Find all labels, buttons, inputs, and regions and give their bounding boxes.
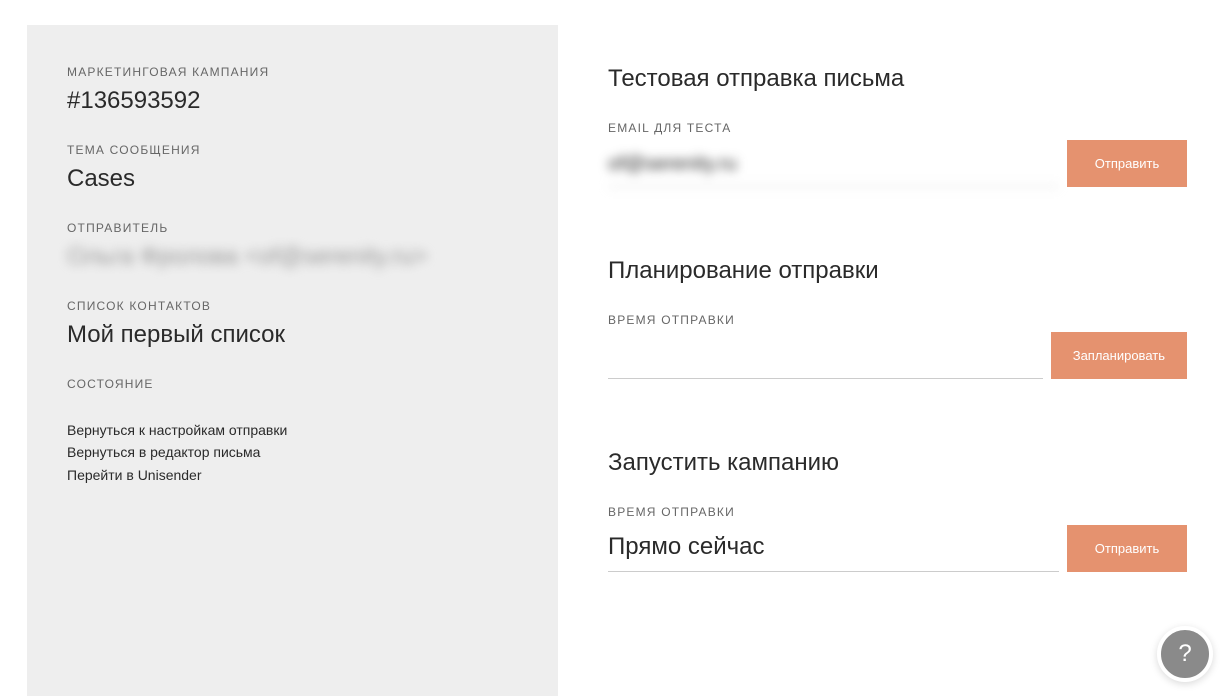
contact-list-value: Мой первый список xyxy=(67,321,518,349)
sender-label: ОТПРАВИТЕЛЬ xyxy=(67,221,518,235)
status-label: СОСТОЯНИЕ xyxy=(67,377,518,391)
link-back-editor[interactable]: Вернуться в редактор письма xyxy=(67,441,518,463)
contact-list-label: СПИСОК КОНТАКТОВ xyxy=(67,299,518,313)
subject-value: Cases xyxy=(67,165,518,193)
link-unisender[interactable]: Перейти в Unisender xyxy=(67,464,518,486)
schedule-time-input[interactable] xyxy=(608,335,1043,379)
nav-links: Вернуться к настройкам отправки Вернутьс… xyxy=(67,419,518,486)
link-back-settings[interactable]: Вернуться к настройкам отправки xyxy=(67,419,518,441)
campaign-sidebar: МАРКЕТИНГОВАЯ КАМПАНИЯ #136593592 ТЕМА С… xyxy=(27,25,558,696)
campaign-id-value: #136593592 xyxy=(67,87,518,115)
launch-send-button[interactable]: Отправить xyxy=(1067,525,1187,572)
launch-time-label: ВРЕМЯ ОТПРАВКИ xyxy=(608,505,1059,519)
campaign-id-label: МАРКЕТИНГОВАЯ КАМПАНИЯ xyxy=(67,65,518,79)
test-email-label: EMAIL ДЛЯ ТЕСТА xyxy=(608,121,1059,135)
schedule-title: Планирование отправки xyxy=(608,257,1187,285)
schedule-time-label: ВРЕМЯ ОТПРАВКИ xyxy=(608,313,1043,327)
subject-label: ТЕМА СООБЩЕНИЯ xyxy=(67,143,518,157)
test-email-input[interactable] xyxy=(608,143,1059,187)
test-send-button[interactable]: Отправить xyxy=(1067,140,1187,187)
launch-title: Запустить кампанию xyxy=(608,449,1187,477)
schedule-button[interactable]: Запланировать xyxy=(1051,332,1187,379)
sender-value: Ольга Фролова <of@serenity.ru> xyxy=(67,243,518,271)
main-content: Тестовая отправка письма EMAIL ДЛЯ ТЕСТА… xyxy=(558,25,1227,696)
test-send-title: Тестовая отправка письма xyxy=(608,65,1187,93)
help-icon[interactable]: ? xyxy=(1157,626,1213,682)
launch-time-value: Прямо сейчас xyxy=(608,527,1059,572)
